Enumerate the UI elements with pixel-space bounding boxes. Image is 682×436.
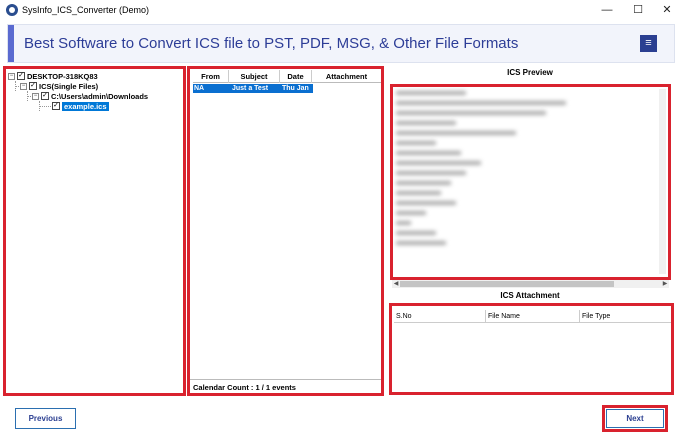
preview-horizontal-scrollbar[interactable]: ◀ ▶ bbox=[392, 280, 669, 288]
hamburger-menu-icon[interactable]: ≡ bbox=[640, 35, 657, 52]
ics-preview-panel bbox=[390, 84, 671, 280]
tree-node-label: example.ics bbox=[62, 101, 109, 111]
blurred-preview-content bbox=[396, 91, 566, 251]
close-button[interactable]: ✕ bbox=[652, 0, 682, 20]
event-list-header: From Subject Date Attachment bbox=[193, 70, 381, 83]
app-logo-icon bbox=[6, 4, 18, 16]
tree-node-example-ics[interactable]: ✓ example.ics bbox=[52, 101, 109, 111]
tree-node-downloads-folder[interactable]: − ✓ C:\Users\admin\Downloads bbox=[32, 91, 148, 101]
cell-date: Thu Jan bbox=[282, 85, 309, 92]
checkbox-checked-icon[interactable]: ✓ bbox=[41, 92, 49, 100]
column-header-date[interactable]: Date bbox=[280, 70, 312, 83]
tree-node-ics-single-files[interactable]: − ✓ ICS(Single Files) bbox=[20, 81, 98, 91]
tree-connector bbox=[39, 106, 51, 107]
next-button[interactable]: Next bbox=[606, 409, 664, 428]
scroll-left-icon[interactable]: ◀ bbox=[392, 280, 400, 288]
preview-vertical-scrollbar[interactable] bbox=[659, 89, 666, 274]
window-title: SysInfo_ICS_Converter (Demo) bbox=[22, 5, 150, 15]
table-row[interactable]: NA Just a Test Thu Jan bbox=[193, 84, 313, 93]
tree-node-label: C:\Users\admin\Downloads bbox=[51, 91, 149, 101]
folder-tree-panel: − ✓ DESKTOP-318KQ83 − ✓ ICS(Single Files… bbox=[3, 66, 186, 396]
minimize-button[interactable]: — bbox=[592, 0, 622, 20]
header-accent-bar bbox=[8, 25, 14, 62]
tree-node-label: DESKTOP-318KQ83 bbox=[27, 71, 98, 81]
window-titlebar: SysInfo_ICS_Converter (Demo) — ☐ ✕ bbox=[0, 0, 682, 20]
scroll-right-icon[interactable]: ▶ bbox=[661, 280, 669, 288]
maximize-button[interactable]: ☐ bbox=[623, 0, 653, 20]
tree-node-label: ICS(Single Files) bbox=[39, 81, 99, 91]
collapse-icon[interactable]: − bbox=[8, 72, 15, 80]
cell-from: NA bbox=[194, 85, 205, 92]
preview-label: ICS Preview bbox=[507, 68, 553, 77]
header-title: Best Software to Convert ICS file to PST… bbox=[24, 35, 519, 52]
ics-attachment-panel: S.No File Name File Type bbox=[389, 303, 674, 395]
cell-subject: Just a Test bbox=[232, 85, 269, 92]
attachment-table-header: S.No File Name File Type bbox=[394, 310, 671, 323]
calendar-count: Calendar Count : 1 / 1 events bbox=[193, 383, 296, 392]
column-header-subject[interactable]: Subject bbox=[229, 70, 280, 83]
list-footer-divider bbox=[190, 379, 381, 380]
column-header-from[interactable]: From bbox=[193, 70, 229, 83]
checkbox-checked-icon[interactable]: ✓ bbox=[29, 82, 37, 90]
collapse-icon[interactable]: − bbox=[32, 92, 39, 100]
column-header-file-name[interactable]: File Name bbox=[486, 310, 580, 323]
column-header-file-type[interactable]: File Type bbox=[580, 310, 671, 323]
previous-button[interactable]: Previous bbox=[15, 408, 76, 429]
column-header-sno[interactable]: S.No bbox=[394, 310, 486, 323]
event-list-panel: From Subject Date Attachment NA Just a T… bbox=[187, 66, 384, 396]
checkbox-checked-icon[interactable]: ✓ bbox=[17, 72, 25, 80]
header-banner: Best Software to Convert ICS file to PST… bbox=[7, 24, 675, 63]
collapse-icon[interactable]: − bbox=[20, 82, 27, 90]
checkbox-checked-icon[interactable]: ✓ bbox=[52, 102, 60, 110]
attachment-label: ICS Attachment bbox=[500, 291, 560, 300]
scrollbar-thumb[interactable] bbox=[400, 281, 614, 287]
column-header-attachment[interactable]: Attachment bbox=[312, 70, 381, 83]
tree-node-desktop[interactable]: − ✓ DESKTOP-318KQ83 bbox=[8, 71, 98, 81]
